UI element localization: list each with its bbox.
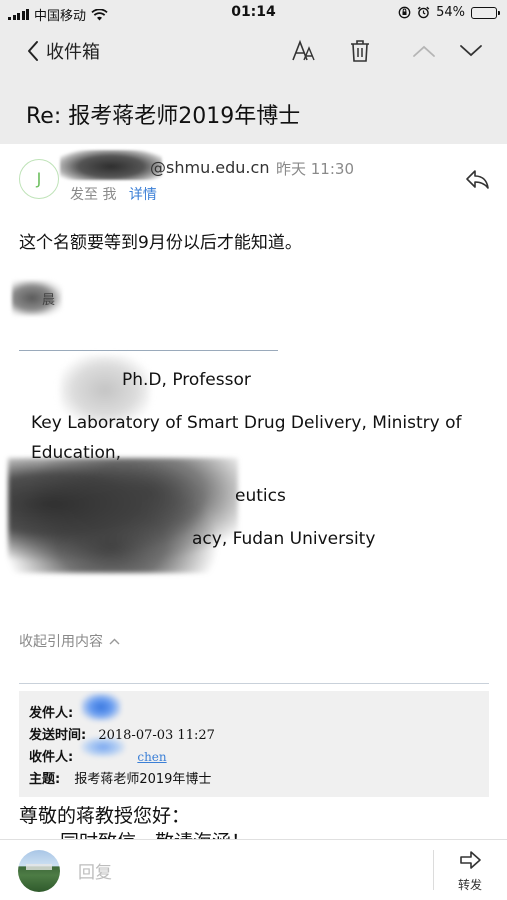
nav-bar: 收件箱 [0,26,507,76]
forward-button[interactable]: 转发 [448,850,492,893]
quote-sent: 发送时间: 2018-07-03 11:27 [29,724,215,743]
reply-input[interactable]: 回复 [78,858,112,883]
collapse-quote-label: 收起引用内容 [19,634,103,650]
recipient-label: 发至 我 [70,187,117,203]
quote-to-email[interactable]: chen [137,750,166,764]
sender-name-redaction [60,150,162,180]
sender-email[interactable]: @shmu.edu.cn [150,158,269,177]
sent-date: 昨天 11:30 [276,160,354,178]
signature-dept: eutics [235,486,286,506]
chevron-up-icon[interactable] [412,44,436,58]
quoted-greeting: 尊敬的蒋教授您好： [19,805,191,827]
bottom-divider [433,850,434,890]
quoted-header: 发件人: 发送时间: 2018-07-03 11:27 收件人: chen 主题… [19,691,489,797]
quote-to-label: 收件人: [29,750,74,765]
signature-char: 晨 [42,293,56,308]
quote-subject-label: 主题: [29,772,61,787]
status-right: 54% [398,5,500,20]
battery-percent: 54% [436,5,465,20]
quote-from-label: 发件人: [29,706,74,721]
quoted-cut-text: 同时致信，敬请海涵！ [20,830,290,839]
battery-icon [471,6,500,19]
collapse-quote-toggle[interactable]: 收起引用内容 [19,631,120,651]
forward-label: 转发 [457,878,482,892]
status-bar: 中国移动 01:14 54% [0,0,507,26]
subject-bar: Re: 报考蒋老师2019年博士 [0,76,507,144]
bottom-bar: 回复 转发 [0,839,507,900]
details-link[interactable]: 详情 [129,187,157,203]
sender-avatar[interactable]: J [19,159,59,199]
quote-subject-value: 报考蒋老师2019年博士 [74,772,212,787]
chevron-down-icon[interactable] [459,44,483,58]
message-body: 这个名额要等到9月份以后才能知道。 [19,233,302,253]
email-subject: Re: 报考蒋老师2019年博士 [26,104,301,129]
chevron-up-small-icon [109,638,120,644]
quote-divider [19,683,489,684]
signature-dept-redaction [8,458,238,573]
recipient-line: 发至 我 详情 [70,184,157,204]
forward-icon [460,851,481,869]
font-size-icon[interactable] [291,38,317,64]
user-avatar[interactable] [18,850,60,892]
signature-divider [19,350,278,351]
signature-university: acy, Fudan University [192,529,376,549]
back-button[interactable]: 收件箱 [26,38,100,64]
signature-title: Ph.D, Professor [122,370,251,390]
orientation-lock-icon [398,6,411,19]
quote-to: 收件人: chen [29,746,167,765]
quote-sent-value: 2018-07-03 11:27 [98,728,215,743]
reply-icon[interactable] [464,168,490,190]
alarm-icon [417,6,430,19]
chevron-left-icon [28,41,38,61]
quote-from: 发件人: [29,702,73,721]
quoted-cut-line: 同时致信，敬请海涵！ [20,830,290,839]
trash-icon[interactable] [348,38,372,64]
quote-subject: 主题: 报考蒋老师2019年博士 [29,768,211,787]
from-redaction [81,693,121,721]
signature-lab-line1: Key Laboratory of Smart Drug Delivery, M… [31,413,462,433]
quote-sent-label: 发送时间: [29,728,87,743]
back-label: 收件箱 [46,42,100,63]
